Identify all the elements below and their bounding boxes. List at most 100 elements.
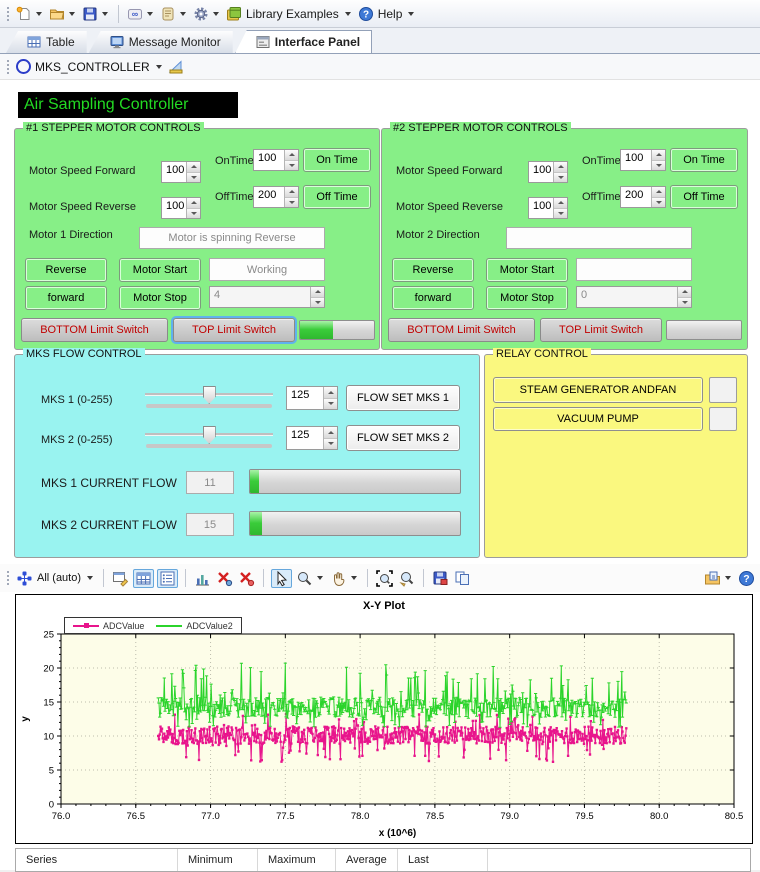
spin-up-icon[interactable]	[678, 287, 691, 298]
pan-tool-button[interactable]	[329, 568, 360, 589]
spin-up-icon[interactable]	[285, 187, 298, 198]
show-table-toggle[interactable]	[133, 569, 154, 588]
stepper2-status-textbox[interactable]	[576, 258, 692, 281]
media-tools-button[interactable]: ∞	[126, 4, 156, 24]
delete-marker-button[interactable]	[215, 568, 234, 589]
spin-down-icon[interactable]	[285, 161, 298, 171]
spin-down-icon[interactable]	[324, 439, 337, 450]
save-button[interactable]	[81, 4, 111, 24]
stepper2-direction-textbox[interactable]	[506, 227, 692, 249]
spinner-buttons[interactable]	[651, 150, 665, 170]
spin-down-icon[interactable]	[652, 198, 665, 208]
chevron-down-icon[interactable]	[156, 65, 162, 69]
spin-up-icon[interactable]	[554, 162, 567, 173]
spinner-buttons[interactable]	[284, 150, 298, 170]
stepper2-speed-reverse-input[interactable]: 100	[528, 197, 568, 219]
spin-down-icon[interactable]	[324, 399, 337, 410]
stepper1-top-limit-button[interactable]: TOP Limit Switch	[173, 318, 295, 342]
stepper2-count-input[interactable]: 0	[576, 286, 692, 308]
stepper2-top-limit-button[interactable]: TOP Limit Switch	[540, 318, 662, 342]
flow-set-mks1-button[interactable]: FLOW SET MKS 1	[346, 385, 460, 411]
stepper1-speed-reverse-input[interactable]: 100	[161, 197, 201, 219]
tab-message-monitor[interactable]: Message Monitor	[89, 31, 233, 53]
spin-down-icon[interactable]	[554, 173, 567, 183]
spinner-buttons[interactable]	[284, 187, 298, 207]
spin-up-icon[interactable]	[285, 150, 298, 161]
stepper1-on-time-input[interactable]: 100	[253, 149, 299, 171]
tab-interface-panel[interactable]: Interface Panel	[235, 30, 372, 54]
spinner-buttons[interactable]	[651, 187, 665, 207]
stepper1-count-input[interactable]: 4	[209, 286, 325, 308]
stepper1-off-time-input[interactable]: 200	[253, 186, 299, 208]
stepper2-forward-button[interactable]: forward	[392, 286, 474, 310]
spin-up-icon[interactable]	[311, 287, 324, 298]
slider-thumb[interactable]	[203, 386, 216, 404]
stepper2-motor-start-button[interactable]: Motor Start	[486, 258, 568, 282]
spinner-buttons[interactable]	[323, 387, 337, 409]
slider-thumb[interactable]	[203, 426, 216, 444]
tab-table[interactable]: Table	[6, 31, 87, 53]
zoom-to-fit-button[interactable]	[375, 568, 394, 589]
stepper1-motor-start-button[interactable]: Motor Start	[119, 258, 201, 282]
stepper1-motor-stop-button[interactable]: Motor Stop	[119, 286, 201, 310]
zoom-tool-button[interactable]	[295, 568, 326, 589]
series-stats-table[interactable]: Series Minimum Maximum Average Last	[15, 848, 751, 872]
spin-down-icon[interactable]	[678, 298, 691, 308]
settings-button[interactable]	[192, 4, 222, 24]
stepper2-reverse-button[interactable]: Reverse	[392, 258, 474, 282]
stepper2-on-time-input[interactable]: 100	[620, 149, 666, 171]
spinner-buttons[interactable]	[677, 287, 691, 307]
device-bar-grip[interactable]	[6, 59, 10, 75]
stepper1-forward-button[interactable]: forward	[25, 286, 107, 310]
stepper2-motor-stop-button[interactable]: Motor Stop	[486, 286, 568, 310]
stepper1-speed-forward-input[interactable]: 100	[161, 161, 201, 183]
spinner-buttons[interactable]	[553, 162, 567, 182]
stepper2-bottom-limit-button[interactable]: BOTTOM Limit Switch	[388, 318, 535, 342]
xy-plot-chart[interactable]: 76.076.577.077.578.078.579.079.580.080.5…	[15, 594, 753, 844]
stepper1-reverse-button[interactable]: Reverse	[25, 258, 107, 282]
spin-down-icon[interactable]	[187, 173, 200, 183]
pointer-tool-toggle[interactable]	[271, 569, 292, 588]
script-button[interactable]	[159, 4, 189, 24]
stepper1-on-time-button[interactable]: On Time	[303, 148, 371, 172]
spin-down-icon[interactable]	[285, 198, 298, 208]
spin-up-icon[interactable]	[187, 162, 200, 173]
toolbar-grip[interactable]	[6, 6, 10, 22]
chart-properties-button[interactable]	[111, 568, 130, 589]
mks2-slider[interactable]	[145, 425, 273, 451]
chart-toolbar-grip[interactable]	[6, 570, 10, 586]
help-button[interactable]: ? Help	[357, 4, 418, 24]
stepper2-off-time-input[interactable]: 200	[620, 186, 666, 208]
stepper1-bottom-limit-button[interactable]: BOTTOM Limit Switch	[21, 318, 168, 342]
spin-up-icon[interactable]	[554, 198, 567, 209]
library-examples-button[interactable]: Library Examples	[225, 4, 354, 24]
spin-down-icon[interactable]	[187, 209, 200, 219]
new-file-button[interactable]	[15, 4, 45, 24]
stepper2-on-time-button[interactable]: On Time	[670, 148, 738, 172]
flow-set-mks2-button[interactable]: FLOW SET MKS 2	[346, 425, 460, 451]
measure-tool-icon[interactable]	[168, 59, 184, 75]
open-button[interactable]	[48, 4, 78, 24]
series-selector[interactable]: All (auto)	[15, 568, 96, 589]
stepper1-off-time-button[interactable]: Off Time	[303, 185, 371, 209]
spinner-buttons[interactable]	[186, 162, 200, 182]
spin-down-icon[interactable]	[554, 209, 567, 219]
spinner-buttons[interactable]	[323, 427, 337, 449]
spinner-buttons[interactable]	[186, 198, 200, 218]
mks1-slider[interactable]	[145, 385, 273, 411]
chart-type-button[interactable]	[193, 568, 212, 589]
export-button[interactable]	[703, 568, 734, 589]
stepper1-direction-textbox[interactable]: Motor is spinning Reverse	[139, 227, 325, 249]
spin-up-icon[interactable]	[324, 387, 337, 399]
chart-help-button[interactable]: ?	[737, 568, 756, 589]
stepper1-status-textbox[interactable]: Working	[209, 258, 325, 281]
spin-down-icon[interactable]	[311, 298, 324, 308]
spin-up-icon[interactable]	[324, 427, 337, 439]
steam-generator-button[interactable]: STEAM GENERATOR ANDFAN	[493, 377, 703, 403]
spin-up-icon[interactable]	[187, 198, 200, 209]
mks1-value-input[interactable]: 125	[286, 386, 338, 410]
vacuum-pump-button[interactable]: VACUUM PUMP	[493, 407, 703, 431]
copy-chart-button[interactable]	[453, 568, 472, 589]
zoom-previous-button[interactable]	[397, 568, 416, 589]
show-legend-toggle[interactable]	[157, 569, 178, 588]
